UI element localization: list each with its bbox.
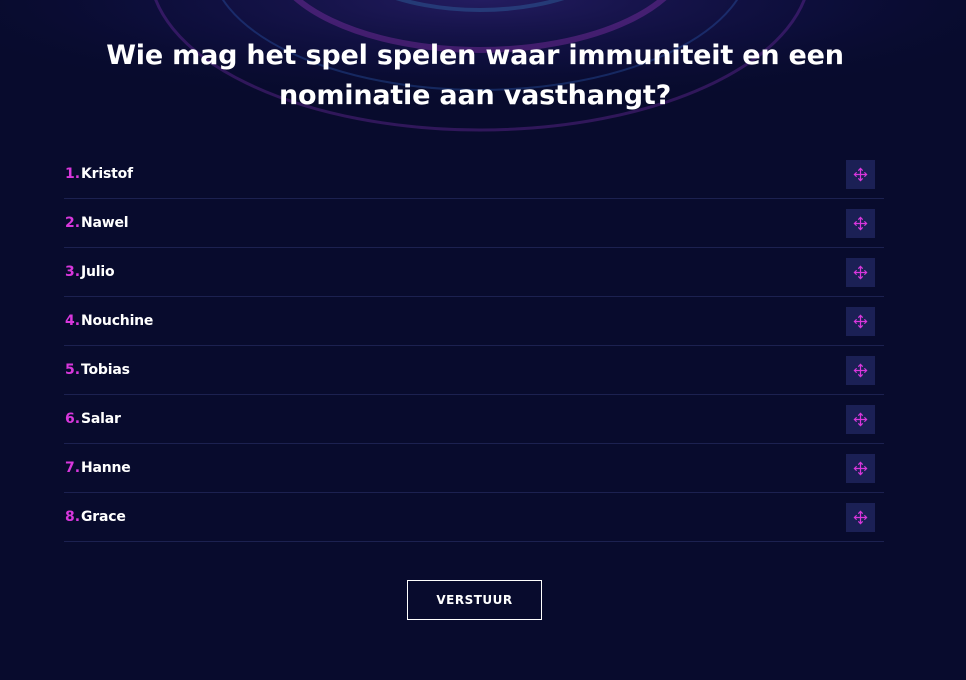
candidate-name: Kristof — [81, 166, 133, 182]
ranking-row-julio[interactable]: 3. Julio — [64, 248, 884, 297]
ranking-row-nawel[interactable]: 2. Nawel — [64, 199, 884, 248]
candidate-name: Grace — [81, 509, 126, 525]
poll-question: Wie mag het spel spelen waar immuniteit … — [106, 40, 844, 111]
rank-number: 1. — [65, 166, 81, 182]
rank-number: 4. — [65, 313, 81, 329]
rank-number: 8. — [65, 509, 81, 525]
candidate-name: Hanne — [81, 460, 131, 476]
candidate-name: Nouchine — [81, 313, 154, 329]
move-arrows-icon[interactable] — [846, 454, 875, 483]
rank-number: 2. — [65, 215, 81, 231]
move-arrows-icon[interactable] — [846, 405, 875, 434]
move-arrows-icon[interactable] — [846, 209, 875, 238]
ranking-list: 1. Kristof 2. Nawel 3. Julio 4. Nouchine… — [64, 150, 884, 542]
candidate-name: Julio — [81, 264, 115, 280]
submit-button[interactable]: VERSTUUR — [407, 580, 542, 620]
rank-number: 7. — [65, 460, 81, 476]
ranking-row-salar[interactable]: 6. Salar — [64, 395, 884, 444]
ranking-row-grace[interactable]: 8. Grace — [64, 493, 884, 542]
move-arrows-icon[interactable] — [846, 307, 875, 336]
candidate-name: Nawel — [81, 215, 129, 231]
move-arrows-icon[interactable] — [846, 160, 875, 189]
ranking-row-hanne[interactable]: 7. Hanne — [64, 444, 884, 493]
ranking-row-tobias[interactable]: 5. Tobias — [64, 346, 884, 395]
rank-number: 3. — [65, 264, 81, 280]
ranking-row-kristof[interactable]: 1. Kristof — [64, 150, 884, 199]
ranking-row-nouchine[interactable]: 4. Nouchine — [64, 297, 884, 346]
candidate-name: Salar — [81, 411, 121, 427]
rank-number: 5. — [65, 362, 81, 378]
candidate-name: Tobias — [81, 362, 130, 378]
move-arrows-icon[interactable] — [846, 503, 875, 532]
move-arrows-icon[interactable] — [846, 258, 875, 287]
rank-number: 6. — [65, 411, 81, 427]
move-arrows-icon[interactable] — [846, 356, 875, 385]
